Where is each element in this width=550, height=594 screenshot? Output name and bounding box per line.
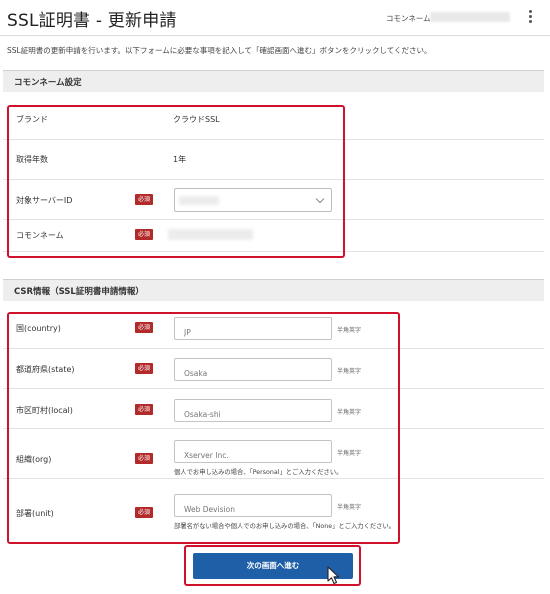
header-common-name-value — [430, 12, 510, 22]
header-common-name-label: コモンネーム — [386, 14, 431, 23]
section-title: コモンネーム設定 — [14, 78, 82, 88]
page-title: SSL証明書 - 更新申請 — [7, 11, 177, 31]
intro-text: SSL証明書の更新申請を行います。以下フォームに必要な事項を記入して「確認画面へ… — [7, 46, 432, 55]
csr-section-header: CSR情報（SSL証明書申請情報） — [3, 279, 544, 301]
highlight-frame-csr — [7, 312, 400, 544]
section-title: CSR情報（SSL証明書申請情報） — [14, 287, 144, 297]
common-name-section-header: コモンネーム設定 — [3, 70, 544, 92]
pointer-cursor-icon — [327, 566, 343, 590]
page-header: SSL証明書 - 更新申請 コモンネーム — [0, 0, 550, 36]
highlight-frame-common-name — [7, 105, 345, 258]
more-menu-icon[interactable] — [526, 9, 534, 25]
